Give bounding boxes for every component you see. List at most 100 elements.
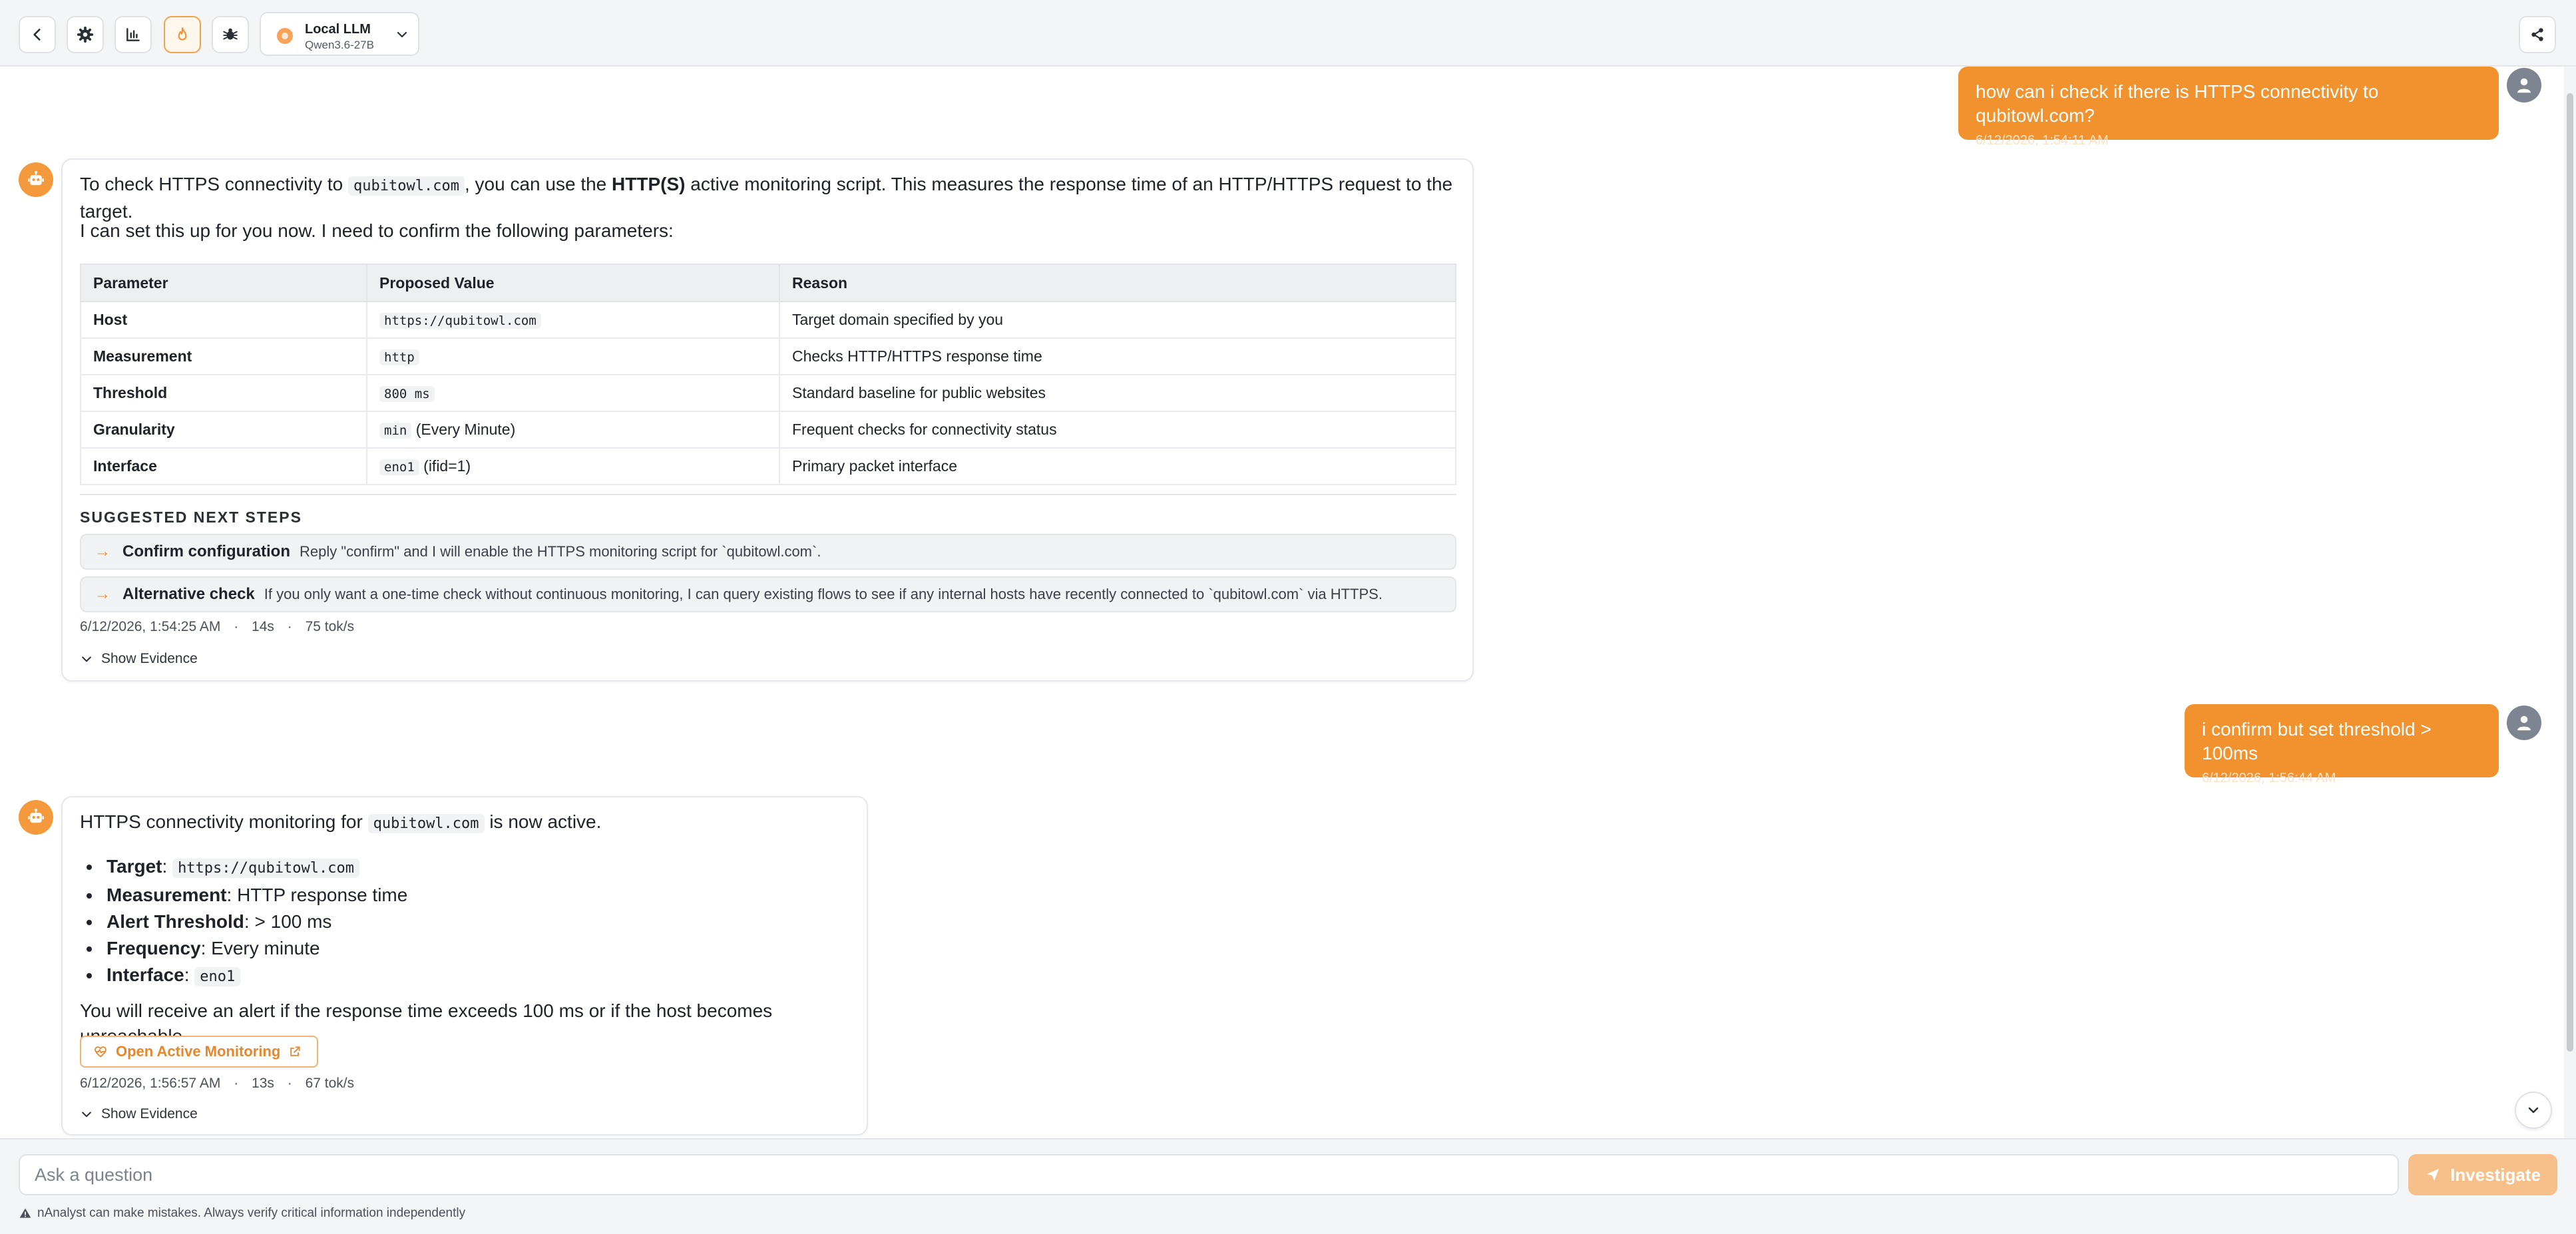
status-text: is now active. — [484, 811, 602, 832]
table-row: Granularity min (Every Minute) Frequent … — [80, 411, 1456, 449]
intro-text: To check HTTPS connectivity to — [80, 174, 349, 194]
open-active-monitoring-button[interactable]: Open Active Monitoring — [80, 1036, 318, 1068]
debug-button[interactable] — [212, 16, 249, 53]
message-duration: 13s — [252, 1076, 274, 1091]
param-name: Host — [80, 301, 367, 339]
send-icon — [2427, 1169, 2440, 1181]
parameters-table: Parameter Proposed Value Reason Host htt… — [80, 264, 1456, 485]
message-meta: 6/12/2026, 1:56:57 AM · 13s · 67 tok/s — [80, 1076, 354, 1092]
investigate-button[interactable]: Investigate — [2408, 1154, 2557, 1195]
param-name: Measurement — [80, 337, 367, 375]
meta-separator: · — [234, 619, 239, 634]
message-speed: 67 tok/s — [305, 1076, 355, 1091]
chevron-down-icon — [397, 31, 407, 38]
message-time: 6/12/2026, 1:54:25 AM — [80, 619, 221, 634]
disclaimer-text: nAnalyst can make mistakes. Always verif… — [37, 1206, 466, 1220]
list-item-label: Alert Threshold — [107, 911, 244, 932]
model-status-icon — [277, 28, 293, 44]
inline-code: qubitowl.com — [348, 176, 465, 196]
model-selector[interactable]: Local LLM Qwen3.6-27B — [260, 12, 419, 56]
intro-text: , you can use the — [465, 174, 612, 194]
show-evidence-toggle[interactable]: Show Evidence — [80, 651, 198, 667]
chat-scrollbar-thumb[interactable] — [2567, 93, 2573, 1052]
table-header: Parameter — [80, 264, 367, 302]
list-item-value: HTTP response time — [237, 885, 408, 905]
param-reason: Frequent checks for connectivity status — [779, 411, 1456, 449]
external-link-icon — [290, 1046, 300, 1056]
chevron-down-icon — [82, 1112, 91, 1118]
user-avatar — [2507, 68, 2541, 103]
show-evidence-label: Show Evidence — [101, 651, 198, 666]
back-button[interactable] — [19, 16, 56, 53]
param-value: http — [366, 337, 780, 375]
model-version: Qwen3.6-27B — [305, 39, 374, 51]
user-message-text: how can i check if there is HTTPS connec… — [1976, 81, 2379, 126]
param-name: Interface — [80, 447, 367, 485]
list-item-label: Target — [107, 856, 162, 877]
chevron-down-icon — [2528, 1107, 2539, 1114]
scroll-to-bottom-button[interactable] — [2515, 1092, 2552, 1129]
status-text: HTTPS connectivity monitoring for — [80, 811, 368, 832]
status-line: HTTPS connectivity monitoring for qubito… — [80, 809, 601, 837]
meta-separator: · — [287, 619, 292, 634]
list-item-label: Interface — [107, 964, 184, 985]
list-item-sep: : — [226, 885, 238, 905]
inline-code: qubitowl.com — [367, 814, 485, 833]
charts-button[interactable] — [114, 16, 152, 53]
question-input[interactable] — [19, 1154, 2399, 1195]
list-item-code: https://qubitowl.com — [172, 859, 359, 878]
robot-icon — [28, 170, 44, 186]
param-value: min (Every Minute) — [366, 411, 780, 449]
model-name: Local LLM — [305, 22, 371, 37]
composer: Investigate nAnalyst can make mistakes. … — [0, 1138, 2576, 1234]
table-row: Host https://qubitowl.com Target domain … — [80, 301, 1456, 339]
intro-bold: HTTP(S) — [612, 174, 686, 194]
divider — [80, 494, 1456, 495]
arrow-right-icon: → — [95, 585, 110, 603]
share-button[interactable] — [2519, 16, 2556, 53]
assistant-intro: To check HTTPS connectivity to qubitowl.… — [80, 172, 1464, 224]
meta-separator: · — [287, 1076, 292, 1091]
flame-button[interactable] — [164, 16, 201, 53]
open-active-monitoring-label: Open Active Monitoring — [116, 1043, 281, 1060]
settings-button[interactable] — [67, 16, 104, 53]
bar-chart-icon — [126, 28, 140, 41]
show-evidence-label: Show Evidence — [101, 1106, 198, 1122]
meta-separator: · — [234, 1076, 239, 1091]
message-meta: 6/12/2026, 1:54:25 AM · 14s · 75 tok/s — [80, 619, 354, 635]
param-value-code: http — [379, 349, 419, 365]
next-step-title: Confirm configuration — [122, 542, 290, 560]
disclaimer: nAnalyst can make mistakes. Always verif… — [19, 1206, 465, 1221]
param-value-code: 800 ms — [379, 386, 435, 402]
table-header: Proposed Value — [366, 264, 780, 302]
list-item: Target: https://qubitowl.com — [80, 853, 407, 882]
param-value-code: https://qubitowl.com — [379, 313, 541, 329]
confirm-text: I can set this up for you now. I need to… — [80, 220, 674, 241]
config-list: Target: https://qubitowl.com Measurement… — [80, 853, 407, 990]
message-speed: 75 tok/s — [305, 619, 355, 634]
param-value: 800 ms — [366, 374, 780, 412]
assistant-message: HTTPS connectivity monitoring for qubito… — [61, 796, 868, 1135]
next-step-confirm[interactable]: → Confirm configuration Reply "confirm" … — [80, 534, 1456, 570]
user-message-text: i confirm but set threshold > 100ms — [2202, 719, 2432, 763]
list-item-sep: : — [244, 911, 255, 932]
param-reason: Standard baseline for public websites — [779, 374, 1456, 412]
next-step-title: Alternative check — [122, 585, 255, 603]
list-item: Alert Threshold: > 100 ms — [80, 909, 407, 935]
next-step-desc: If you only want a one-time check withou… — [264, 586, 1383, 602]
param-value-code: eno1 — [379, 459, 419, 475]
message-time: 6/12/2026, 1:56:57 AM — [80, 1076, 221, 1091]
list-item-value: Every minute — [211, 938, 320, 958]
flame-icon — [178, 27, 187, 41]
table-row: Threshold 800 ms Standard baseline for p… — [80, 374, 1456, 412]
heart-pulse-icon — [95, 1046, 107, 1058]
list-item-value: > 100 ms — [254, 911, 332, 932]
user-message: i confirm but set threshold > 100ms 6/12… — [2185, 704, 2499, 785]
param-value: eno1 (ifid=1) — [366, 447, 780, 485]
list-item: Measurement: HTTP response time — [80, 882, 407, 909]
next-step-alternative[interactable]: → Alternative check If you only want a o… — [80, 576, 1456, 612]
table-row: Measurement http Checks HTTP/HTTPS respo… — [80, 337, 1456, 375]
param-reason: Primary packet interface — [779, 447, 1456, 485]
list-item-label: Frequency — [107, 938, 201, 958]
show-evidence-toggle[interactable]: Show Evidence — [80, 1106, 198, 1122]
